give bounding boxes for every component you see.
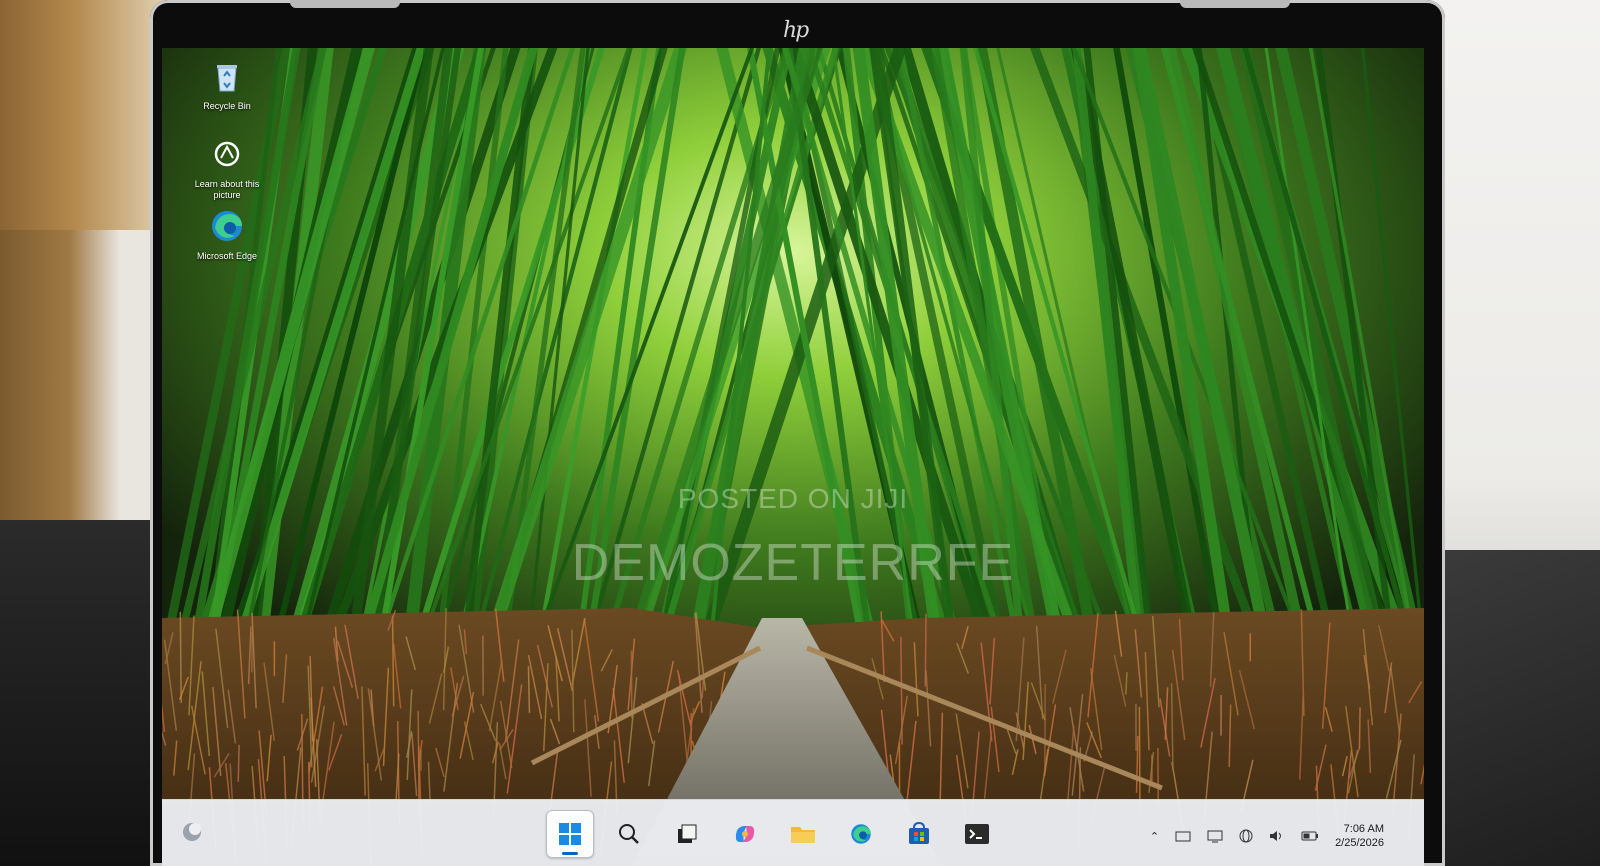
desktop-icon-label: Recycle Bin [203,101,251,111]
windows-icon [559,823,581,845]
clock-date: 2/25/2026 [1335,837,1384,849]
desktop-icon-recycle-bin[interactable]: Recycle Bin [192,56,262,112]
battery-icon[interactable] [1301,830,1319,842]
hinge-right [1180,0,1290,8]
hp-logo: hp [783,18,809,43]
system-tray: ⌃ 7:06 AM 2/25/2026 [1150,822,1384,850]
desktop-icon-label: Microsoft Edge [196,251,258,261]
recycle-bin-icon [217,65,237,92]
terminal-button[interactable] [954,811,1000,857]
volume-icon[interactable] [1269,829,1285,843]
store-icon [909,821,929,844]
taskbar: ⌃ 7:06 AM 2/25/2026 [162,799,1424,866]
search-button[interactable] [606,811,652,857]
screen: POSTED ON JIJI DEMOZETERRFE Recycle Bin … [162,48,1424,866]
widgets-icon[interactable] [180,820,204,844]
clock[interactable]: 7:06 AM 2/25/2026 [1335,822,1384,850]
display-icon[interactable] [1207,829,1223,843]
globe-icon[interactable] [1239,829,1253,843]
background-desk [1425,550,1600,866]
search-icon [619,824,639,844]
desktop-icon-label: Learn about this picture [194,179,260,200]
hinge-left [290,0,400,8]
desktop-icon-microsoft-edge[interactable]: Microsoft Edge [192,206,262,262]
clock-time: 7:06 AM [1343,823,1384,835]
taskbar-apps [546,810,1000,858]
chevron-up-icon[interactable]: ⌃ [1150,830,1159,843]
edge-taskbar-button[interactable] [838,811,884,857]
terminal-icon [965,824,989,844]
task-view-button[interactable] [664,811,710,857]
desktop-wallpaper [162,48,1424,866]
copilot-icon [735,826,755,842]
copilot-button[interactable] [722,811,768,857]
microsoft-store-button[interactable] [896,811,942,857]
file-explorer-button[interactable] [780,811,826,857]
task-view-icon [678,824,697,843]
folder-icon [791,827,815,843]
start-button[interactable] [546,810,594,858]
network-icon[interactable] [1175,829,1191,843]
camera-aperture-icon [214,141,240,167]
desktop-icon-learn-about-picture[interactable]: Learn about this picture [192,134,262,201]
edge-icon [212,211,242,241]
edge-icon [851,824,871,844]
